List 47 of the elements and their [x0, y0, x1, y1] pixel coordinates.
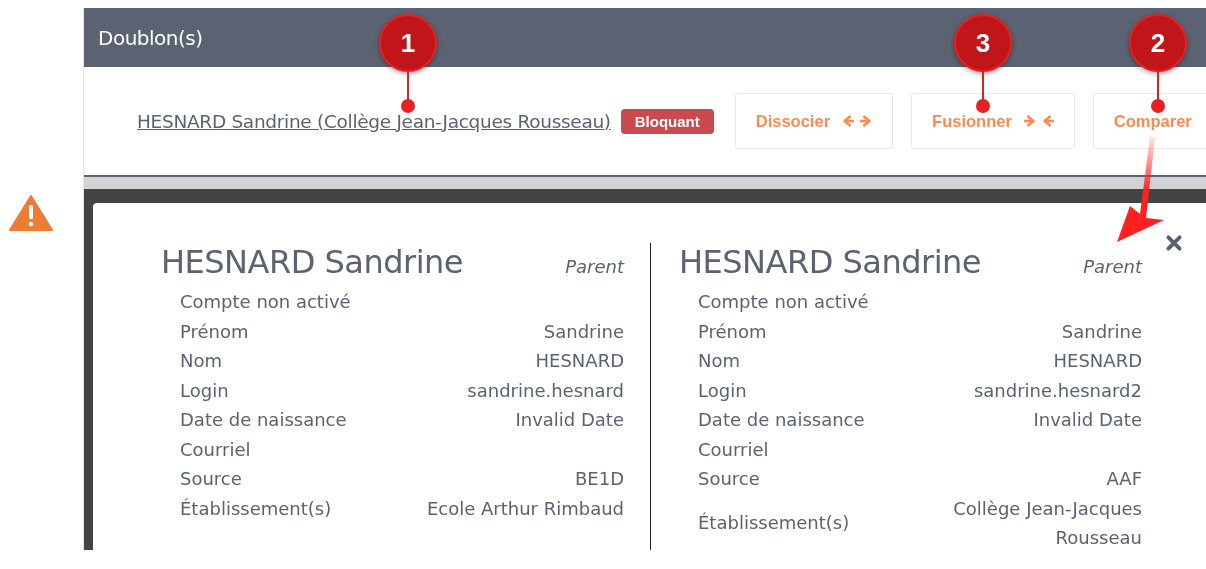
- account-status: Compte non activé: [698, 290, 870, 314]
- leader-line: [976, 70, 990, 114]
- field-label: Login: [180, 378, 229, 403]
- arrow-left-icon: [842, 115, 855, 127]
- field-value: sandrine.hesnard: [467, 378, 624, 403]
- field-label: Courriel: [698, 437, 769, 462]
- record-role: Parent: [565, 256, 624, 277]
- field-label: Date de naissance: [698, 408, 865, 432]
- field-label: Source: [698, 467, 760, 491]
- field-value: HESNARD: [1053, 349, 1142, 373]
- panel-title: Doublon(s): [98, 25, 203, 50]
- field-label: Établissement(s): [698, 511, 850, 536]
- field-value: Invalid Date: [1033, 408, 1142, 432]
- leader-line: [1151, 70, 1165, 114]
- field-label: Établissement(s): [180, 496, 332, 521]
- field-value: Invalid Date: [515, 408, 624, 432]
- field-value: Collège Jean-Jacques Rousseau: [952, 496, 1142, 550]
- arrow-right-icon: [860, 115, 873, 127]
- account-status: Compte non activé: [180, 290, 352, 314]
- arrow-right-icon: [1023, 115, 1036, 127]
- action-button[interactable]: Fusionner: [911, 93, 1075, 149]
- record-name: HESNARD Sandrine: [161, 243, 463, 281]
- field-value: AAF: [1106, 467, 1142, 491]
- field-value: Ecole Arthur Rimbaud: [426, 496, 624, 521]
- leader-line: [401, 70, 415, 114]
- action-button[interactable]: Dissocier: [734, 93, 894, 149]
- duplicate-link[interactable]: HESNARD Sandrine (Collège Jean-Jacques Rousseau): [137, 110, 611, 132]
- field-value: HESNARD: [535, 349, 624, 373]
- record-name: HESNARD Sandrine: [679, 243, 981, 281]
- field-label: Prénom: [698, 319, 767, 344]
- field-label: Prénom: [180, 319, 249, 344]
- field-label: Source: [180, 467, 242, 491]
- field-value: BE1D: [574, 467, 624, 491]
- field-label: Date de naissance: [180, 408, 347, 432]
- action-button[interactable]: Comparer: [1092, 93, 1206, 149]
- field-value: sandrine.hesnard2: [973, 378, 1142, 403]
- field-label: Nom: [180, 349, 222, 373]
- record-role: Parent: [1083, 256, 1142, 277]
- arrow-left-icon: [1041, 115, 1054, 127]
- status-badge: Bloquant: [620, 108, 714, 134]
- warning-icon: [9, 195, 53, 231]
- field-label: Nom: [698, 349, 740, 373]
- field-value: Sandrine: [543, 319, 624, 344]
- field-label: Courriel: [180, 437, 251, 462]
- field-value: Sandrine: [1061, 319, 1142, 344]
- field-label: Login: [698, 378, 747, 403]
- close-icon[interactable]: [1165, 234, 1183, 252]
